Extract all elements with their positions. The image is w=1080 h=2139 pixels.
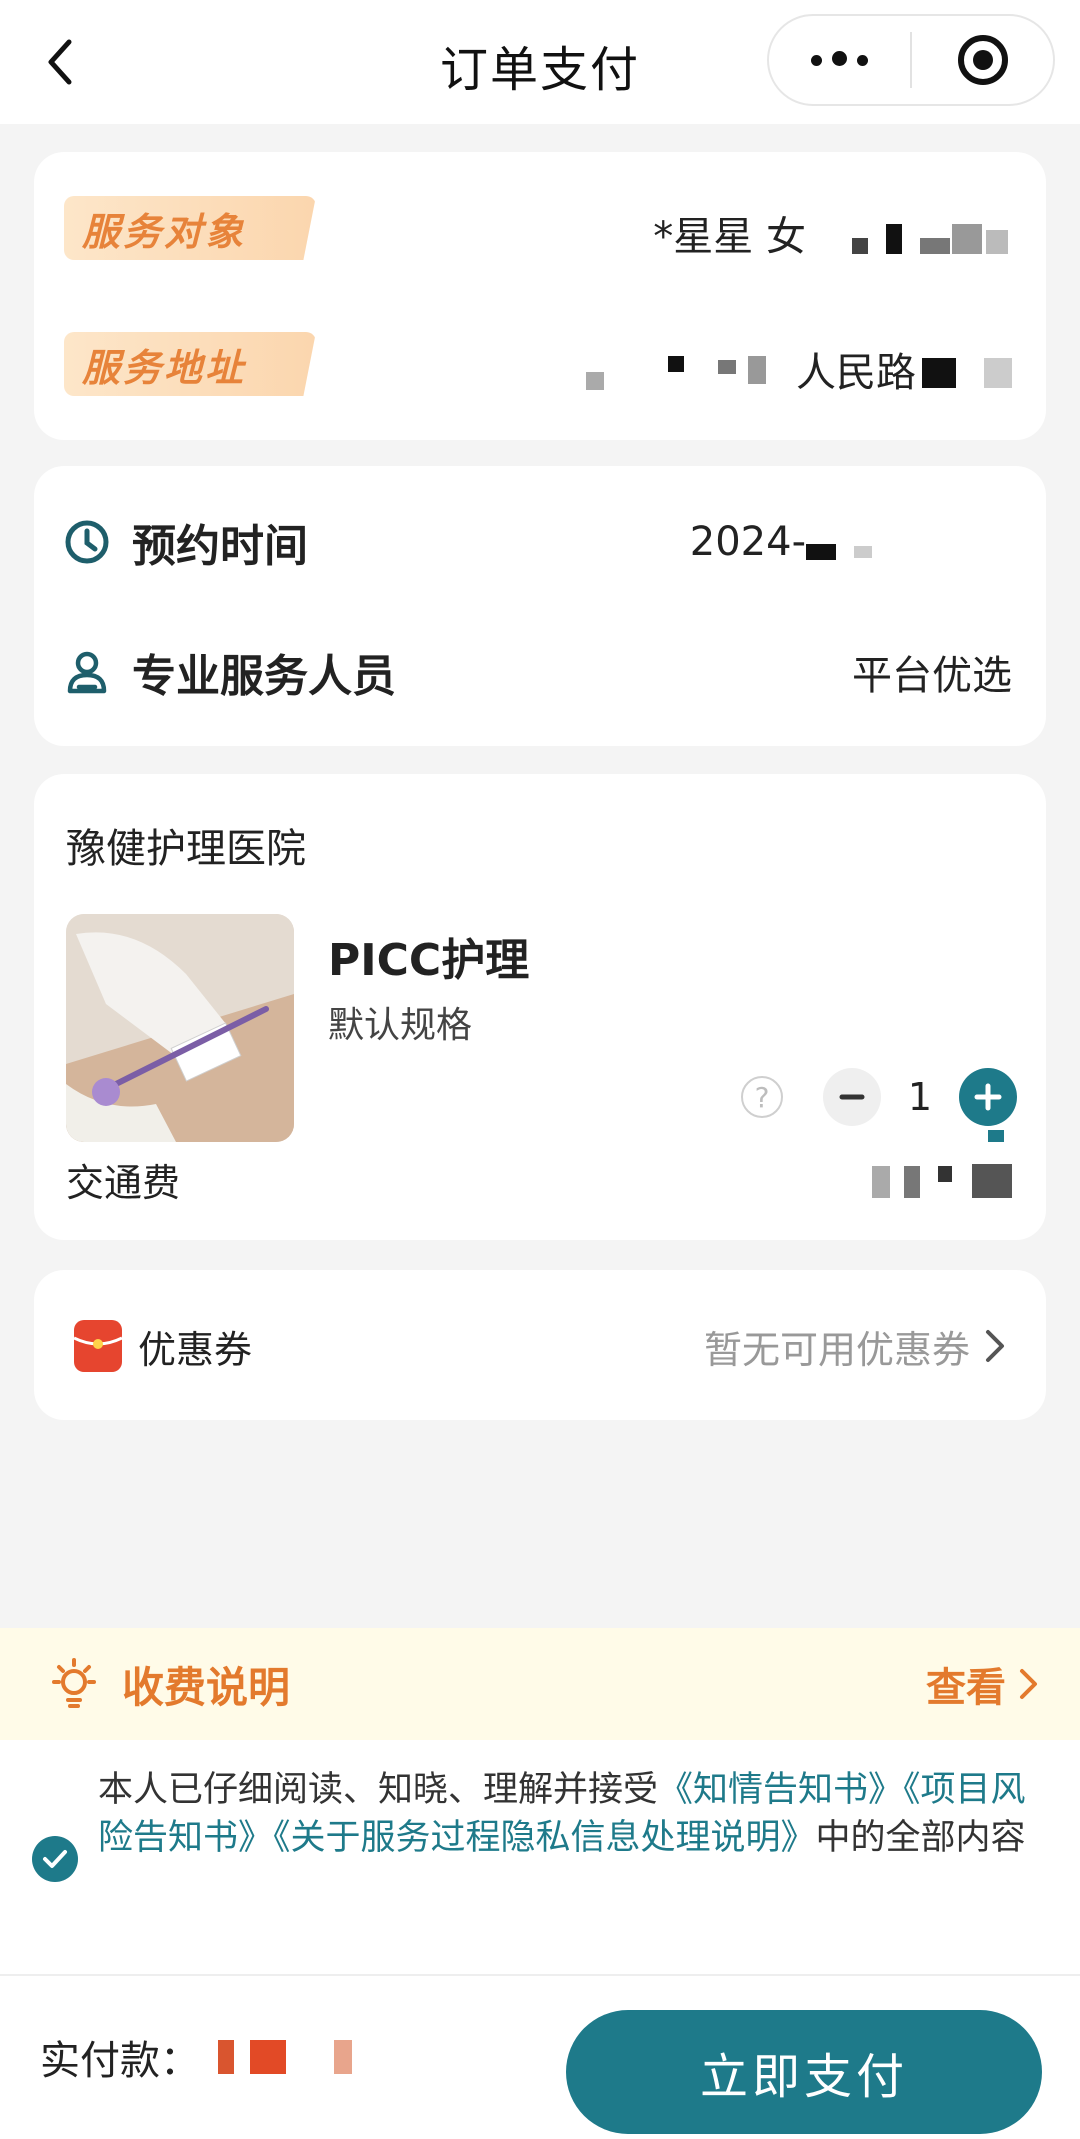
service-address-value: 人民路: [796, 350, 916, 396]
staff-label: 专业服务人员: [132, 651, 396, 702]
nav-bar: 订单支付: [0, 0, 1080, 124]
chevron-right-icon: [1020, 1669, 1037, 1699]
staff-value: 平台优选: [852, 653, 1012, 699]
more-dots-icon: [806, 50, 873, 70]
service-target-tag: 服务对象: [64, 196, 316, 260]
redacted-block: [984, 358, 1012, 388]
service-target-value: *星星 女: [653, 214, 806, 260]
redacted-block: [748, 356, 766, 384]
redacted-block: [972, 1164, 1012, 1198]
bottom-pay-bar: 实付款： 立即支付: [0, 1974, 1080, 2139]
appointment-time-label: 预约时间: [132, 521, 308, 572]
redacted-block: [218, 2040, 234, 2074]
appointment-time-value: 2024-: [689, 519, 806, 565]
redacted-block: [854, 546, 872, 558]
pay-now-button[interactable]: 立即支付: [566, 2010, 1042, 2134]
coupon-status: 暂无可用优惠券: [703, 1327, 970, 1372]
redacted-block: [886, 224, 902, 254]
product-image: [66, 914, 294, 1142]
redacted-block: [872, 1166, 890, 1198]
agreement-text: 本人已仔细阅读、知晓、理解并接受《知情告知书》《项目风险告知书》《关于服务过程隐…: [98, 1766, 1048, 1862]
chevron-right-icon: [986, 1330, 1004, 1362]
fee-explanation-title: 收费说明: [122, 1662, 291, 1712]
order-item-card: 豫健护理医院 PICC护理 默认规格 ? 1 交通费: [34, 774, 1046, 1240]
redacted-block: [334, 2040, 352, 2074]
amount-label: 实付款：: [40, 2038, 200, 2084]
coupon-label: 优惠券: [138, 1327, 253, 1372]
check-icon: [43, 1850, 67, 1868]
redacted-block: [852, 238, 868, 254]
redacted-block: [250, 2040, 286, 2074]
coupon-icon: [73, 1320, 123, 1372]
coupon-row[interactable]: 优惠券 暂无可用优惠券: [73, 1310, 1006, 1382]
staff-row[interactable]: 专业服务人员 平台优选: [64, 632, 1016, 712]
help-icon[interactable]: ?: [741, 1076, 783, 1118]
more-button[interactable]: [769, 16, 910, 104]
agreement-prefix: 本人已仔细阅读、知晓、理解并接受: [98, 1770, 659, 1810]
appointment-time-row[interactable]: 预约时间 2024-: [64, 502, 1016, 582]
redacted-block: [668, 356, 684, 372]
redacted-block: [988, 1130, 1004, 1142]
person-icon: [67, 651, 107, 694]
agreement-section: 本人已仔细阅读、知晓、理解并接受《知情告知书》《项目风险告知书》《关于服务过程隐…: [0, 1740, 1080, 1974]
product-name: PICC护理: [328, 935, 530, 986]
quantity-stepper: ? 1: [741, 1068, 1017, 1126]
increase-quantity-button[interactable]: [959, 1068, 1017, 1126]
redacted-block: [952, 224, 982, 254]
redacted-block: [904, 1166, 920, 1198]
clock-icon: [65, 520, 109, 564]
redacted-block: [586, 372, 604, 390]
lightbulb-icon: [52, 1658, 96, 1708]
appointment-card: 预约时间 2024- 专业服务人员 平台优选: [34, 466, 1046, 746]
service-info-card: 服务对象 *星星 女 服务地址 人民路: [34, 152, 1046, 440]
plus-icon: [974, 1083, 1002, 1111]
mini-program-capsule: [767, 14, 1055, 106]
redacted-block: [920, 238, 950, 254]
redacted-block: [718, 360, 736, 374]
target-icon: [957, 35, 1008, 85]
redacted-block: [986, 230, 1008, 254]
view-fee-label: 查看: [926, 1665, 1006, 1711]
transport-fee-label: 交通费: [66, 1161, 181, 1205]
coupon-card: 优惠券 暂无可用优惠券: [34, 1270, 1046, 1420]
redacted-block: [806, 544, 836, 560]
agreement-suffix: 中的全部内容: [815, 1818, 1026, 1858]
privacy-notice-link[interactable]: 《关于服务过程隐私信息处理说明》: [273, 1818, 816, 1858]
decrease-quantity-button[interactable]: [823, 1068, 881, 1126]
minus-icon: [839, 1094, 865, 1100]
quantity-value: 1: [907, 1075, 933, 1119]
close-miniprogram-button[interactable]: [912, 16, 1053, 104]
informed-notice-link[interactable]: 《知情告知书》: [658, 1770, 903, 1810]
product-spec: 默认规格: [328, 1005, 473, 1046]
redacted-block: [938, 1166, 952, 1182]
view-fee-link[interactable]: 查看: [926, 1655, 1040, 1713]
redacted-block: [922, 358, 956, 388]
hospital-name: 豫健护理医院: [66, 826, 306, 872]
service-address-tag: 服务地址: [64, 332, 316, 396]
agreement-checkbox[interactable]: [32, 1836, 78, 1882]
fee-explanation-bar: 收费说明 查看: [0, 1628, 1080, 1740]
